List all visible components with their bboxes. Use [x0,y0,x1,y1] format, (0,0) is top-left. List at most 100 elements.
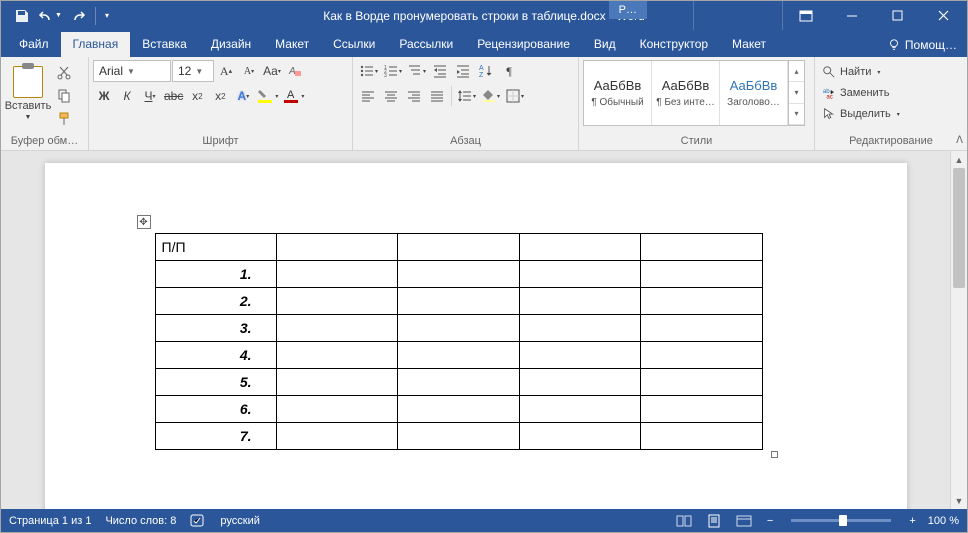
find-button[interactable]: Найти▾ [819,62,883,82]
select-button[interactable]: Выделить▾ [819,104,903,124]
strikethrough-button[interactable]: abc [162,85,185,107]
zoom-in-button[interactable]: + [905,515,919,527]
increase-indent-button[interactable] [452,60,474,82]
align-left-button[interactable] [357,85,379,107]
italic-button[interactable]: К [116,85,138,107]
document-scroll[interactable]: ✥ П/П 1. 2. 3. 4. 5. 6. 7. [1,151,950,509]
vertical-scrollbar[interactable]: ▲ ▼ [950,151,967,509]
close-button[interactable] [921,1,967,30]
align-center-icon [383,88,399,104]
font-name-combo[interactable]: Arial▼ [93,60,171,82]
zoom-slider-thumb[interactable] [839,515,847,526]
minimize-button[interactable] [829,1,875,30]
tab-insert[interactable]: Вставка [130,32,199,57]
style-gallery[interactable]: АаБбВв ¶ Обычный АаБбВв ¶ Без инте… АаБб… [583,60,805,126]
tab-table-layout[interactable]: Макет [720,32,778,57]
paste-button[interactable]: Вставить ▼ [5,60,51,126]
status-language[interactable]: русский [220,515,259,527]
shading-button[interactable]: ▾ [479,85,502,107]
document-page[interactable]: ✥ П/П 1. 2. 3. 4. 5. 6. 7. [45,163,907,509]
scroll-down-button[interactable]: ▼ [951,492,967,509]
web-layout-button[interactable] [733,512,755,530]
table-cell[interactable] [276,234,398,261]
justify-button[interactable] [426,85,448,107]
table-cell[interactable]: 3. [155,315,276,342]
redo-button[interactable] [65,4,91,28]
table-cell[interactable] [398,234,520,261]
borders-button[interactable]: ▾ [503,85,526,107]
show-marks-button[interactable]: ¶ [498,60,520,82]
scroll-thumb[interactable] [953,168,965,288]
table-cell[interactable] [519,234,641,261]
replace-button[interactable]: abac Заменить [819,83,892,103]
grow-font-button[interactable]: A▴ [215,60,237,82]
status-page[interactable]: Страница 1 из 1 [9,515,91,527]
ribbon-display-options[interactable] [783,1,829,30]
underline-button[interactable]: Ч▾ [139,85,161,107]
table-resize-handle[interactable] [771,451,778,458]
tab-references[interactable]: Ссылки [321,32,387,57]
bold-button[interactable]: Ж [93,85,115,107]
text-effects-button[interactable]: A▾ [232,85,254,107]
table-cell[interactable]: 6. [155,396,276,423]
style-no-spacing[interactable]: АаБбВв ¶ Без инте… [652,61,720,125]
table-cell[interactable]: 2. [155,288,276,315]
font-size-combo[interactable]: 12▼ [172,60,214,82]
line-spacing-button[interactable]: ▾ [455,85,478,107]
align-right-button[interactable] [403,85,425,107]
tell-me-button[interactable]: Помощ… [877,38,967,57]
sort-button[interactable]: AZ [475,60,497,82]
multilevel-list-button[interactable]: ▾ [405,60,428,82]
table-cell[interactable] [641,234,763,261]
status-word-count[interactable]: Число слов: 8 [105,515,176,527]
format-painter-button[interactable] [53,108,75,130]
change-case-button[interactable]: Aa▾ [261,60,283,82]
undo-button[interactable]: ▼ [37,4,63,28]
qat-customize-button[interactable]: ▾ [100,4,114,28]
table-cell[interactable]: 1. [155,261,276,288]
align-center-button[interactable] [380,85,402,107]
tab-mailings[interactable]: Рассылки [387,32,465,57]
tab-layout[interactable]: Макет [263,32,321,57]
print-layout-button[interactable] [703,512,725,530]
font-color-button[interactable]: A▾ [281,85,306,107]
style-gallery-more[interactable]: ▴▾▾ [788,61,804,125]
save-button[interactable] [9,4,35,28]
shrink-font-button[interactable]: A▾ [238,60,260,82]
read-mode-button[interactable] [673,512,695,530]
table-cell[interactable]: П/П [155,234,276,261]
table-cell[interactable]: 4. [155,342,276,369]
style-heading1[interactable]: АаБбВв Заголово… [720,61,788,125]
tab-design[interactable]: Дизайн [199,32,263,57]
scroll-up-button[interactable]: ▲ [951,151,967,168]
table-move-handle[interactable]: ✥ [137,215,151,229]
table-cell[interactable]: 5. [155,369,276,396]
tab-home[interactable]: Главная [61,32,131,57]
account-button[interactable] [693,1,783,30]
superscript-button[interactable]: x2 [209,85,231,107]
tab-review[interactable]: Рецензирование [465,32,582,57]
style-normal[interactable]: АаБбВв ¶ Обычный [584,61,652,125]
tab-file[interactable]: Файл [7,32,61,57]
maximize-button[interactable] [875,1,921,30]
numbering-button[interactable]: 123▾ [381,60,404,82]
zoom-out-button[interactable]: − [763,515,777,527]
subscript-button[interactable]: x2 [186,85,208,107]
zoom-slider[interactable] [791,519,891,522]
tab-table-design[interactable]: Конструктор [628,32,720,57]
cut-button[interactable] [53,62,75,84]
status-bar: Страница 1 из 1 Число слов: 8 русский − … [1,509,967,532]
table-cell[interactable]: 7. [155,423,276,450]
highlight-button[interactable]: ▾ [255,85,280,107]
document-table[interactable]: П/П 1. 2. 3. 4. 5. 6. 7. [155,233,763,450]
bullets-button[interactable]: ▾ [357,60,380,82]
clear-formatting-button[interactable]: A [284,60,306,82]
status-spellcheck[interactable] [190,514,206,528]
tab-view[interactable]: Вид [582,32,628,57]
collapse-ribbon-button[interactable]: ᐱ [956,135,963,146]
copy-button[interactable] [53,85,75,107]
zoom-level[interactable]: 100 % [928,515,959,527]
decrease-indent-button[interactable] [429,60,451,82]
scroll-track[interactable] [951,168,967,492]
borders-icon [505,88,521,104]
